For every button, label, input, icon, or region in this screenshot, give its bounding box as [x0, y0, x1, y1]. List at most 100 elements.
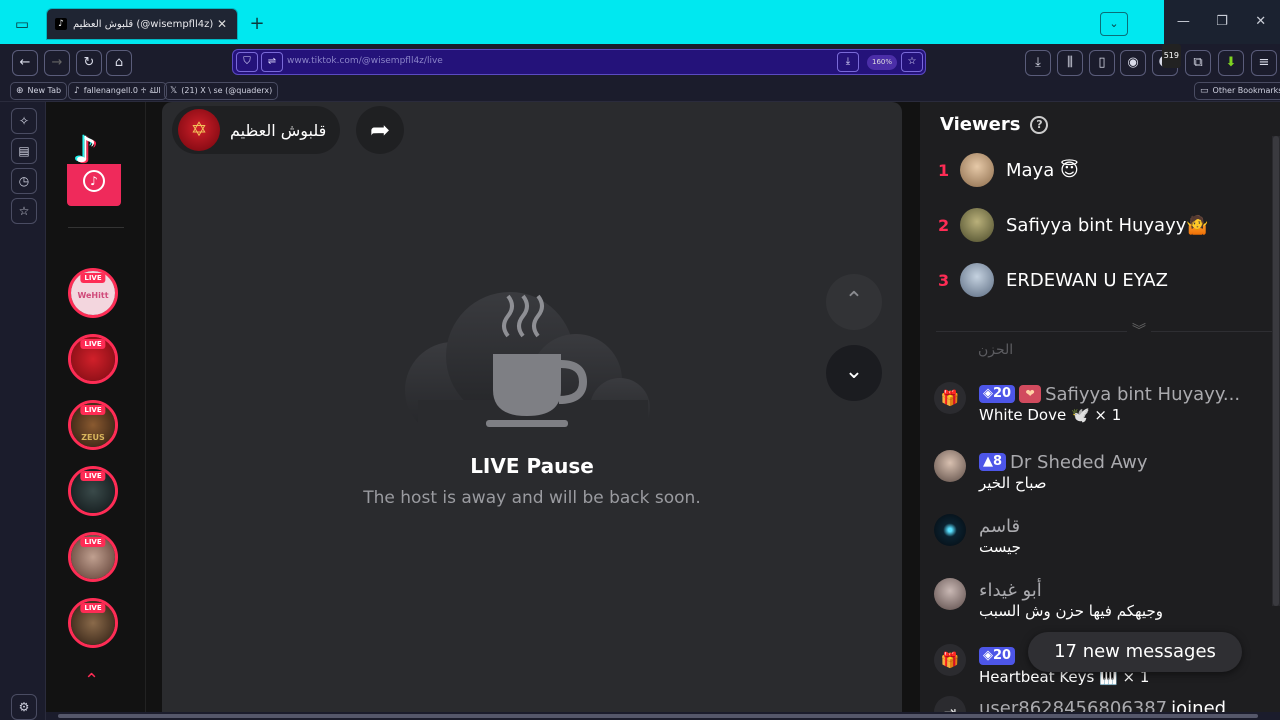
viewer-row[interactable]: 2 Safiyya bint Huyayy🤷 [938, 207, 1209, 243]
extension-icon[interactable]: 519☻ [1152, 44, 1181, 76]
new-tab-button[interactable]: + [246, 13, 268, 35]
sidebar-toggle-icon[interactable]: ▯ [1089, 50, 1115, 76]
host-info[interactable]: قلبوش العظيم [172, 106, 341, 154]
other-bookmarks[interactable]: ▭ Other Bookmarks [1194, 82, 1280, 100]
viewers-chat-panel: Viewers ? 1 Maya 😇 2 Safiyya bint Huyayy… [920, 102, 1280, 720]
tiktok-icon: ♪ [74, 86, 80, 96]
minimize-button[interactable]: — [1164, 0, 1203, 44]
panel-divider [936, 331, 1280, 332]
avatar[interactable] [934, 578, 966, 610]
library-icon[interactable]: ⫼ [1057, 50, 1083, 76]
downloads-icon[interactable]: ⤓ [1025, 50, 1051, 76]
chat-username[interactable]: قاسم [979, 516, 1020, 537]
history-icon[interactable]: ◷ [11, 168, 37, 194]
gift-icon: 🎁 [934, 382, 966, 414]
fan-level-badge: ▲8 [979, 453, 1007, 471]
horizontal-scrollbar[interactable] [46, 712, 1280, 720]
ai-sparkle-icon[interactable]: ✧ [11, 108, 37, 134]
scrollbar-thumb[interactable] [1273, 136, 1279, 606]
chat-scrollbar[interactable] [1272, 136, 1280, 606]
live-player[interactable]: قلبوش العظيم ➦ ⌃ ⌄ LIVE Pause Th [162, 102, 902, 720]
bookmark-fallenangell[interactable]: ♪ fallenangell.0 ♱ اللهُ [68, 82, 167, 100]
bookmark-new-tab[interactable]: ⊕ New Tab [10, 82, 68, 100]
tab-tiktok-live[interactable]: ♪ قلبوش العظيم (@wisempfll4z) TikTok LIV… [46, 8, 238, 40]
scrollbar-thumb[interactable] [58, 714, 1258, 718]
rail-live-avatar-4[interactable]: LIVE [68, 466, 118, 516]
download-arrow-icon[interactable]: ⬇ [1218, 50, 1244, 76]
tab-list-icon[interactable]: ▭ [10, 12, 34, 36]
rail-live-avatar-2[interactable]: LIVE [68, 334, 118, 384]
collapse-chevron-icon[interactable]: ︾ [1127, 321, 1151, 341]
live-badge: LIVE [80, 537, 106, 547]
fan-level-badge: ◈20 [979, 385, 1016, 403]
rail-divider [68, 227, 124, 228]
live-pause-title: LIVE Pause [470, 454, 594, 478]
avatar[interactable] [960, 153, 994, 187]
chat-text: وجيهكم فيها حزن وش السبب [979, 602, 1163, 620]
share-icon[interactable]: ➦ [356, 106, 404, 154]
menu-icon[interactable]: ≡ [1251, 50, 1277, 76]
close-icon[interactable]: ✕ [215, 17, 229, 31]
url-text[interactable]: www.tiktok.com/@wisempfll4z/live [287, 56, 443, 66]
bookmark-x[interactable]: 𝕏 (21) X \ se (@quaderx) [164, 82, 279, 100]
close-window-button[interactable]: ✕ [1241, 0, 1280, 44]
viewer-row[interactable]: 1 Maya 😇 [938, 152, 1079, 188]
next-live-button[interactable]: ⌄ [826, 345, 882, 401]
restore-button[interactable]: ❐ [1203, 0, 1242, 44]
help-icon[interactable]: ? [1030, 115, 1049, 134]
viewer-name[interactable]: Maya 😇 [1006, 160, 1079, 181]
viewer-name[interactable]: Safiyya bint Huyayy🤷 [1006, 215, 1209, 236]
shield-icon[interactable]: ⛉ [236, 52, 258, 72]
viewer-rank: 3 [938, 270, 950, 290]
chat-username[interactable]: أبو غيداء [979, 580, 1042, 601]
save-icon[interactable]: ▤ [11, 138, 37, 164]
new-messages-button[interactable]: 17 new messages [1028, 632, 1242, 672]
permissions-icon[interactable]: ⇌ [261, 52, 283, 72]
rail-live-avatar-1[interactable]: LIVE WeHitt [68, 268, 118, 318]
avatar[interactable] [960, 208, 994, 242]
download-page-icon[interactable]: ⤓ [837, 52, 859, 72]
settings-gear-icon[interactable]: ⚙ [11, 694, 37, 720]
viewer-row[interactable]: 3 ERDEWAN U EYAZ [938, 262, 1168, 298]
previous-live-button[interactable]: ⌃ [826, 274, 882, 330]
viewer-name[interactable]: ERDEWAN U EYAZ [1006, 270, 1168, 291]
heart-badge-icon: ❤ [1019, 385, 1042, 403]
account-icon[interactable]: ◉ [1120, 50, 1146, 76]
reload-button[interactable]: ↻ [76, 50, 102, 76]
bookmark-label: (21) X \ se (@quaderx) [181, 86, 273, 95]
rail-live-avatar-5[interactable]: LIVE [68, 532, 118, 582]
address-bar[interactable]: ⛉ ⇌ www.tiktok.com/@wisempfll4z/live ⤓ 1… [232, 49, 926, 75]
zoom-level[interactable]: 160% [867, 55, 898, 70]
fan-level-badge: ◈20 [979, 647, 1016, 665]
host-name[interactable]: قلبوش العظيم [230, 121, 326, 140]
chevron-down-icon[interactable]: ⌄ [1100, 12, 1128, 36]
avatar[interactable] [960, 263, 994, 297]
chat-partial-message: الحزن [978, 342, 1014, 358]
avatar-tag: ZEUS [81, 433, 105, 442]
rail-live-avatar-6[interactable]: LIVE [68, 598, 118, 648]
back-button[interactable]: ← [12, 50, 38, 76]
avatar[interactable] [934, 514, 966, 546]
bookmarks-star-icon[interactable]: ☆ [11, 198, 37, 224]
avatar[interactable] [934, 450, 966, 482]
bookmark-label: New Tab [27, 86, 62, 95]
chat-text: صباح الخير [979, 474, 1047, 492]
star-icon[interactable]: ☆ [901, 52, 923, 72]
extensions-puzzle-icon[interactable]: ⧉ [1185, 50, 1211, 76]
host-avatar[interactable] [178, 109, 220, 151]
chevron-up-icon[interactable]: ⌃ [84, 670, 99, 691]
tiktok-logo-icon[interactable]: ♪ [74, 130, 97, 171]
live-badge: LIVE [80, 471, 106, 481]
x-icon: 𝕏 [170, 86, 178, 96]
chat-username[interactable]: Dr Sheded Awy [1010, 452, 1148, 473]
navigation-bar: ← → ↻ ⌂ ⛉ ⇌ www.tiktok.com/@wisempfll4z/… [0, 44, 1280, 80]
avatar-tag: WeHitt [77, 291, 109, 300]
home-button[interactable]: ⌂ [106, 50, 132, 76]
coffee-cup-icon [405, 292, 650, 440]
viewers-header: Viewers ? [940, 114, 1049, 135]
chat-username[interactable]: Safiyya bint Huyayy... [1045, 384, 1240, 405]
forward-button[interactable]: → [44, 50, 70, 76]
tiktok-live-rail: ♪ ♪ LIVE WeHitt LIVE LIVE ZEUS LIVE LIVE [46, 102, 146, 720]
live-badge: LIVE [80, 405, 106, 415]
rail-live-avatar-3[interactable]: LIVE ZEUS [68, 400, 118, 450]
